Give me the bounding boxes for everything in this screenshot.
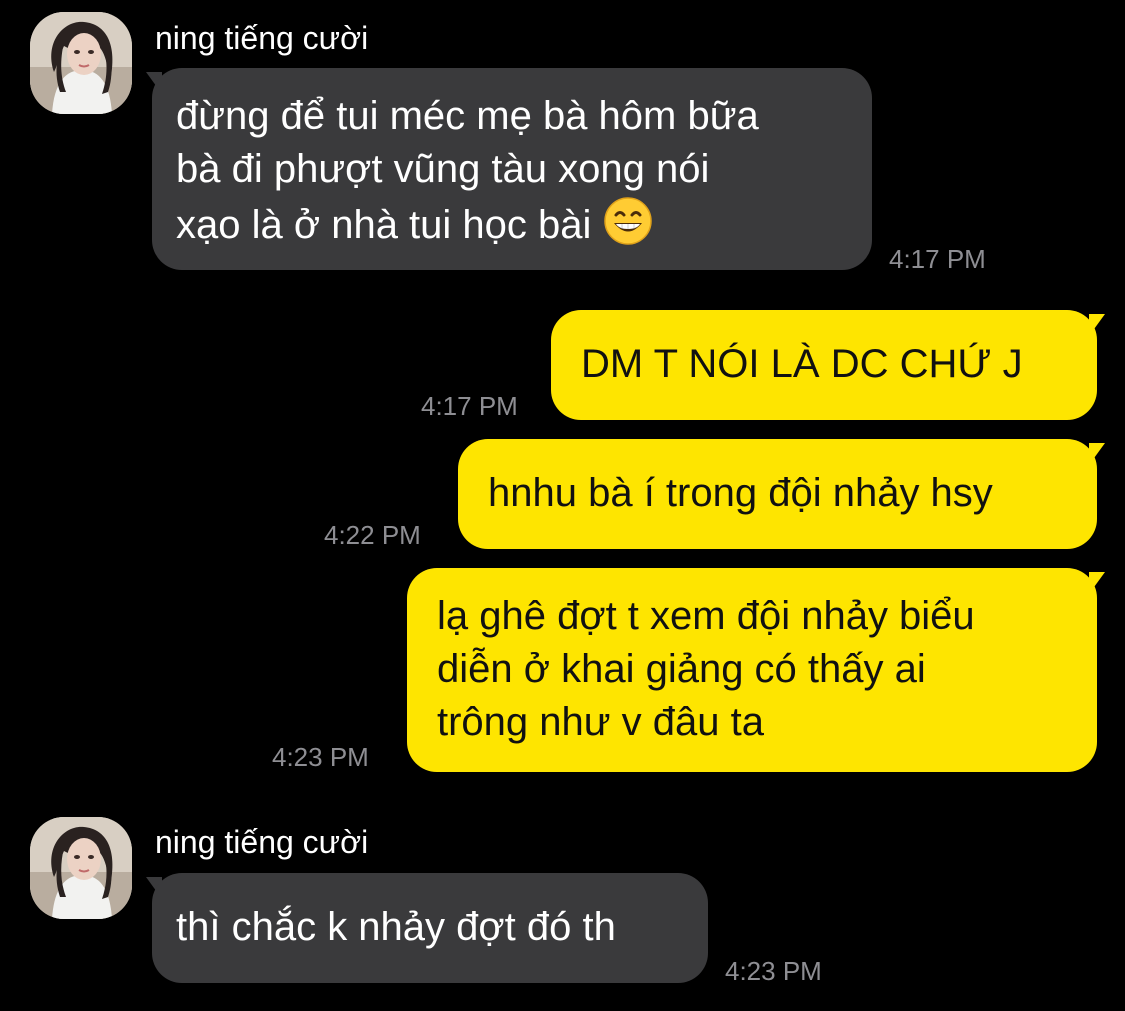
message-timestamp: 4:17 PM	[889, 244, 986, 274]
sender-name: ning tiếng cười	[155, 824, 369, 860]
message-text-line: thì chắc k nhảy đợt đó th	[176, 905, 616, 949]
message-text-line: đừng để tui méc mẹ bà hôm bữa	[176, 94, 759, 138]
outgoing-message-bubble[interactable]: lạ ghê đợt t xem đội nhảy biểu diễn ở kh…	[407, 568, 1097, 772]
message-text-line: hnhu bà í trong đội nhảy hsy	[488, 471, 993, 515]
message-text-line: xạo là ở nhà tui học bài	[176, 203, 592, 247]
sender-avatar[interactable]	[30, 817, 132, 919]
message-text-line: trông như v đâu ta	[437, 700, 764, 744]
message-timestamp: 4:23 PM	[725, 956, 822, 986]
message-text-line: lạ ghê đợt t xem đội nhảy biểu	[437, 594, 975, 638]
message-timestamp: 4:22 PM	[324, 520, 421, 550]
incoming-message-bubble[interactable]: thì chắc k nhảy đợt đó th	[152, 873, 708, 983]
outgoing-message-bubble[interactable]: hnhu bà í trong đội nhảy hsy	[458, 439, 1097, 549]
message-timestamp: 4:17 PM	[421, 391, 518, 421]
incoming-message-bubble[interactable]: đừng để tui méc mẹ bà hôm bữa bà đi phượ…	[152, 68, 872, 270]
sender-name: ning tiếng cười	[155, 20, 369, 56]
message-text-line: DM T NÓI LÀ DC CHỨ J	[581, 342, 1023, 386]
profile-photo-icon	[30, 817, 132, 919]
sender-avatar[interactable]	[30, 12, 132, 114]
profile-photo-icon	[30, 12, 132, 114]
message-text-line: bà đi phượt vũng tàu xong nói	[176, 147, 710, 191]
grinning-face-icon	[603, 197, 652, 245]
message-text-line: diễn ở khai giảng có thấy ai	[437, 647, 926, 691]
message-timestamp: 4:23 PM	[272, 742, 369, 772]
outgoing-message-bubble[interactable]: DM T NÓI LÀ DC CHỨ J	[551, 310, 1097, 420]
